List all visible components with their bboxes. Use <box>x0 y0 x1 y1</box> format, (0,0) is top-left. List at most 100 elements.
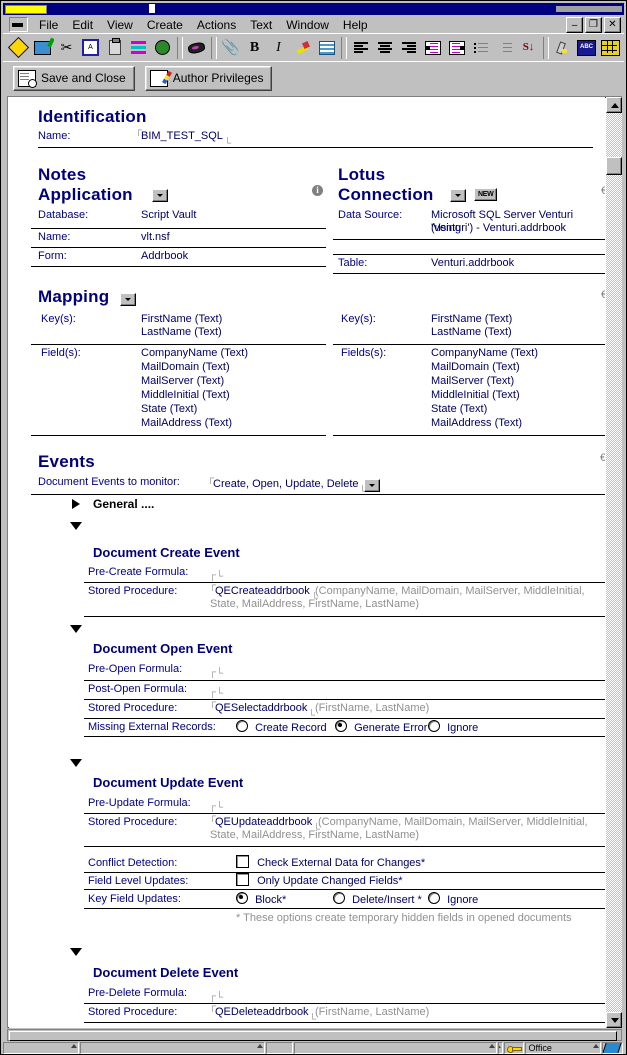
menu-item-file[interactable]: File <box>32 17 65 33</box>
mapping-dropdown-icon[interactable] <box>120 293 136 306</box>
navigator-icon[interactable] <box>7 36 30 59</box>
number-list-icon[interactable] <box>493 36 516 59</box>
menu-item-help[interactable]: Help <box>336 17 375 33</box>
menu-item-edit[interactable]: Edit <box>65 17 100 33</box>
scrollbar-track[interactable] <box>606 113 622 1012</box>
menu-item-text[interactable]: Text <box>243 17 279 33</box>
align-left-icon[interactable] <box>349 36 372 59</box>
horizontal-scrollbar[interactable] <box>7 1029 622 1041</box>
scroll-down-button[interactable] <box>606 1012 622 1028</box>
erase-icon[interactable] <box>185 36 208 59</box>
sort-icon[interactable]: S↓ <box>517 36 540 59</box>
open-missing-records-radio-generate[interactable]: Generate Error <box>335 720 427 735</box>
open-missing-records-radio-create[interactable]: Create Record <box>236 720 327 735</box>
mapping-left-field-5: MailAddress (Text) <box>141 417 233 429</box>
properties-icon[interactable] <box>127 36 150 59</box>
open-pre-formula-label: Pre-Open Formula: <box>88 663 183 675</box>
delete-event-twisty-icon[interactable] <box>70 948 82 956</box>
notes-application-info-icon[interactable]: i <box>312 185 323 196</box>
status-field-2[interactable] <box>80 1042 266 1054</box>
notes-application-dropdown-icon[interactable] <box>152 189 168 202</box>
events-monitor-field[interactable]: Create, Open, Update, Delete <box>208 478 365 490</box>
permanent-pen-icon[interactable] <box>315 36 338 59</box>
document-scroll-pane[interactable]: Identification Name: BIM_TEST_SQL Notes … <box>8 97 605 1027</box>
italic-icon[interactable]: I <box>267 36 290 59</box>
events-heading: Events <box>38 452 95 471</box>
status-key-icon-field[interactable] <box>503 1042 524 1054</box>
general-twisty-icon[interactable] <box>72 499 80 509</box>
lotus-connection-new-button[interactable]: NEW <box>474 188 498 201</box>
status-field-5[interactable] <box>497 1042 503 1054</box>
menu-item-view[interactable]: View <box>100 17 140 33</box>
mapping-right-field-4: State (Text) <box>431 403 488 415</box>
delete-stored-proc-field[interactable]: QEDeleteaddrbook <box>210 1006 315 1018</box>
restore-button[interactable]: ❐ <box>585 17 602 33</box>
open-stored-proc-field[interactable]: QESelectaddrbook <box>210 702 313 714</box>
delete-stored-proc-value: QEDeleteaddrbook <box>210 1006 315 1018</box>
update-pre-formula-field[interactable] <box>210 797 221 809</box>
notes-application-heading-line2: Application <box>38 185 133 204</box>
indent-icon[interactable] <box>421 36 444 59</box>
bookmark-icon[interactable] <box>31 36 54 59</box>
cut-icon[interactable]: ✂ <box>55 36 78 59</box>
system-menu-icon[interactable] <box>9 17 28 32</box>
scrollbar-thumb[interactable] <box>606 157 622 175</box>
mapping-left-key-0: FirstName (Text) <box>141 313 223 325</box>
mapping-left-divider-2 <box>31 435 326 436</box>
events-monitor-dropdown-icon[interactable] <box>364 479 380 492</box>
toolbar-separator <box>211 36 217 59</box>
create-stored-proc-field[interactable]: QECreateaddrbook <box>210 585 316 597</box>
identification-name-field[interactable]: BIM_TEST_SQL <box>136 130 229 142</box>
update-key-field-radio-delete-insert[interactable]: Delete/Insert * <box>333 892 422 907</box>
title-bar-mark <box>149 4 155 13</box>
update-event-twisty-icon[interactable] <box>70 759 82 767</box>
bullet-list-icon[interactable] <box>469 36 492 59</box>
table-icon[interactable] <box>599 36 622 59</box>
status-location-icon-field[interactable] <box>601 1042 623 1054</box>
outdent-icon[interactable] <box>445 36 468 59</box>
save-and-close-button[interactable]: Save and Close <box>13 65 135 91</box>
lotus-connection-dropdown-icon[interactable] <box>450 189 466 202</box>
menu-bar: File Edit View Create Actions Text Windo… <box>3 16 624 33</box>
bold-icon[interactable]: B <box>243 36 266 59</box>
spell-check-icon[interactable]: ABC <box>575 36 598 59</box>
horizontal-scrollbar-thumb[interactable] <box>9 1031 617 1041</box>
author-privileges-button[interactable]: Author Privileges <box>144 65 273 91</box>
attach-icon[interactable]: 📎 <box>219 36 242 59</box>
delete-pre-formula-field[interactable] <box>210 987 221 999</box>
paste-icon[interactable] <box>103 36 126 59</box>
status-location-field[interactable]: Office <box>524 1042 601 1054</box>
update-field-level-checkbox[interactable]: Only Update Changed Fields* <box>236 873 403 888</box>
update-stored-proc-field[interactable]: QEUpdateaddrbook <box>210 816 318 828</box>
notes-application-divider-1 <box>31 228 326 229</box>
scroll-up-button[interactable] <box>606 97 622 113</box>
open-pre-formula-field[interactable] <box>210 663 221 675</box>
status-field-1[interactable] <box>3 1042 80 1054</box>
toolbar-separator <box>543 36 549 59</box>
vertical-scrollbar[interactable] <box>606 97 622 1028</box>
copy-icon[interactable]: A <box>79 36 102 59</box>
update-key-field-radio-block[interactable]: Block* <box>236 892 286 907</box>
status-field-3[interactable] <box>266 1042 294 1054</box>
status-field-4[interactable] <box>294 1042 497 1054</box>
menu-item-create[interactable]: Create <box>140 17 190 33</box>
open-event-twisty-icon[interactable] <box>70 625 82 633</box>
highlight-icon[interactable] <box>291 36 314 59</box>
align-right-icon[interactable] <box>397 36 420 59</box>
update-divider-5 <box>84 908 605 909</box>
create-pre-formula-field[interactable] <box>210 566 221 578</box>
delete-event-heading: Document Delete Event <box>93 965 239 980</box>
open-post-formula-field[interactable] <box>210 683 221 695</box>
update-conflict-checkbox[interactable]: Check External Data for Changes* <box>236 855 425 870</box>
close-button[interactable]: ✕ <box>604 17 621 33</box>
menu-item-actions[interactable]: Actions <box>190 17 243 33</box>
create-event-twisty-icon[interactable] <box>70 522 82 530</box>
minimize-button[interactable]: – <box>566 17 583 33</box>
update-key-field-radio-ignore[interactable]: Ignore <box>428 892 478 907</box>
text-color-icon[interactable] <box>551 36 574 59</box>
menu-item-window[interactable]: Window <box>279 17 336 33</box>
open-divider-3 <box>84 718 605 719</box>
open-missing-records-radio-ignore[interactable]: Ignore <box>428 720 478 735</box>
align-center-icon[interactable] <box>373 36 396 59</box>
globe-link-icon[interactable] <box>151 36 174 59</box>
